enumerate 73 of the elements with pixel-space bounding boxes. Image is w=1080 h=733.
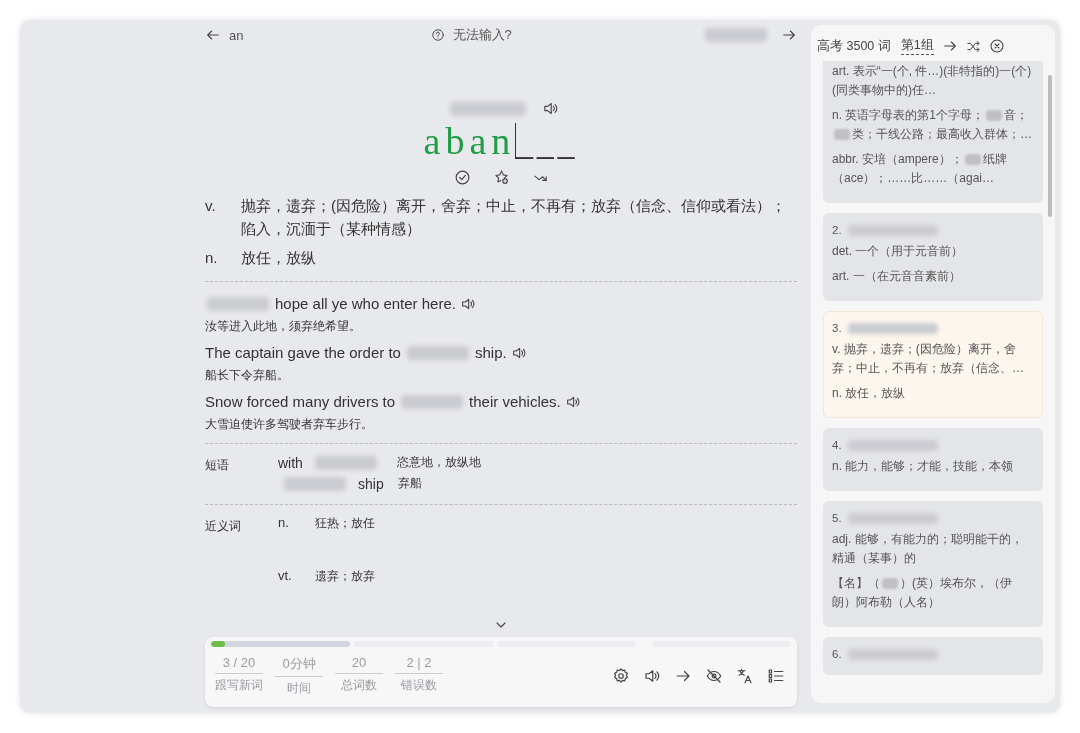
sentence-translation: 汝等进入此地，须弃绝希望。 (205, 318, 362, 336)
word-card[interactable]: 6. (823, 637, 1043, 675)
letter-blanks: ___ (516, 125, 579, 162)
hidden-word-mask (314, 455, 377, 470)
word-list-icon[interactable] (767, 667, 785, 686)
phrase-text: ship (358, 475, 384, 492)
card-number: 6. (832, 648, 842, 660)
card-definition: 【名】（ ）(英）埃布尔，（伊朗）阿布勒（人名） (832, 575, 1013, 611)
section-label: 短语 (205, 457, 230, 475)
card-number: 5. (832, 512, 842, 524)
sentence-text: their vehicles. (469, 392, 561, 413)
card-definition: n. 能力，能够；才能，技能，本领 (832, 458, 1015, 475)
hidden-word-mask (284, 476, 346, 491)
hidden-word-mask (401, 395, 464, 410)
help-icon[interactable] (430, 28, 445, 42)
phrase-meaning: 恣意地，放纵地 (396, 454, 481, 472)
card-definition: abbr. 安培（ampere）； 纸牌（ace）；……比……（agai… (832, 151, 1008, 187)
stat-value: 2 | 2 (395, 655, 443, 675)
stat-label: 总词数 (341, 677, 377, 695)
stat-value: 0分钟 (275, 655, 323, 678)
group-selector[interactable]: 第1组 (900, 37, 934, 55)
phrase-text: with (278, 454, 303, 471)
right-arrow-icon[interactable] (941, 38, 958, 54)
part-of-speech: n. (278, 515, 290, 533)
word-card[interactable]: 3. v. 抛弃，遗弃；(因危险）离开，舍弃；中止，不再有；放弃（信念、… n. 放任，放纵 (823, 311, 1043, 418)
help-link[interactable]: 无法输入? (452, 26, 512, 44)
stat-value: 3 / 20 (215, 655, 263, 675)
left-arrow-icon[interactable] (205, 27, 221, 43)
part-of-speech: n. (205, 248, 219, 269)
card-definition: n. 放任，放纵 (832, 385, 907, 402)
star-add-icon[interactable] (492, 169, 510, 187)
card-number: 2. (832, 224, 842, 236)
card-definition: det. 一个（用于元音前） (832, 243, 965, 260)
card-number: 4. (832, 439, 842, 451)
stat-value: 20 (335, 655, 383, 675)
wordbook-title: 高考 3500 词 (817, 37, 891, 55)
definition-text: 放任，放纵 (241, 248, 316, 269)
check-circle-icon[interactable] (453, 169, 471, 187)
stat-label: 错误数 (401, 677, 437, 695)
synonym-meaning: 遗弃；放弃 (315, 568, 375, 586)
phrase-meaning: 弃船 (397, 475, 422, 493)
card-definition: n. 英语字母表的第1个字母； 音； 类；干线公路；最高收入群体；… (832, 107, 1033, 143)
definition-text: 抛弃，遗弃；(因危险）离开，舍弃；中止，不再有；放弃（信念、信仰或看法）；陷入，沉湎于（某种情感） (241, 196, 787, 240)
sentence-text: The captain gave the order to (205, 343, 401, 364)
card-definition: art. 表示“一(个, 件…)(非特指的)一(个)(同类事物中的)任… (832, 63, 1033, 99)
hidden-word-mask (705, 28, 767, 42)
sentence-translation: 大雪迫使许多驾驶者弃车步行。 (205, 416, 374, 434)
sentence-text: hope all ye who enter here. (275, 294, 456, 315)
card-definition: v. 抛弃，遗弃；(因危险）离开，舍弃；中止，不再有；放弃（信念、… (832, 341, 1025, 377)
card-definition: art. 一（在元音音素前） (832, 268, 962, 285)
hidden-word-mask (406, 346, 469, 361)
part-of-speech: vt. (278, 568, 293, 586)
sentence-text: Snow forced many drivers to (205, 392, 396, 413)
typed-word: aban (423, 119, 516, 164)
stat-label: 跟写新词 (215, 677, 263, 695)
translate-icon[interactable] (736, 667, 754, 686)
synonym-meaning: 狂热；放任 (315, 515, 375, 533)
hidden-word-mask (207, 297, 269, 312)
card-number: 3. (832, 322, 842, 334)
card-definition: adj. 能够，有能力的；聪明能干的，精通（某事）的 (832, 531, 1024, 567)
word-card[interactable]: art. 表示“一(个, 件…)(非特指的)一(个)(同类事物中的)任… n. 英语字母表的第1个字母； 音； 类；干线公路；最高收入群体；… abbr. 安培（ampere）； 纸牌（ace）；……比……（agai… (823, 61, 1043, 203)
previous-word[interactable]: an (229, 27, 244, 43)
shuffle-icon[interactable] (965, 38, 981, 54)
right-arrow-icon[interactable] (781, 27, 797, 43)
sentence-text: ship. (474, 343, 507, 364)
word-card[interactable]: 5. adj. 能够，有能力的；聪明能干的，精通（某事）的 【名】（ ）(英）埃布尔，（伊朗）阿布勒（人名） (823, 501, 1043, 627)
stat-label: 时间 (287, 680, 311, 698)
word-card[interactable]: 4. n. 能力，能够；才能，技能，本领 (823, 428, 1043, 491)
sentence-translation: 船长下令弃船。 (205, 367, 290, 385)
section-label: 近义词 (205, 518, 242, 536)
word-card[interactable]: 2. det. 一个（用于元音前） art. 一（在元音音素前） (823, 213, 1043, 301)
part-of-speech: v. (205, 196, 217, 217)
close-icon[interactable] (988, 38, 1005, 54)
